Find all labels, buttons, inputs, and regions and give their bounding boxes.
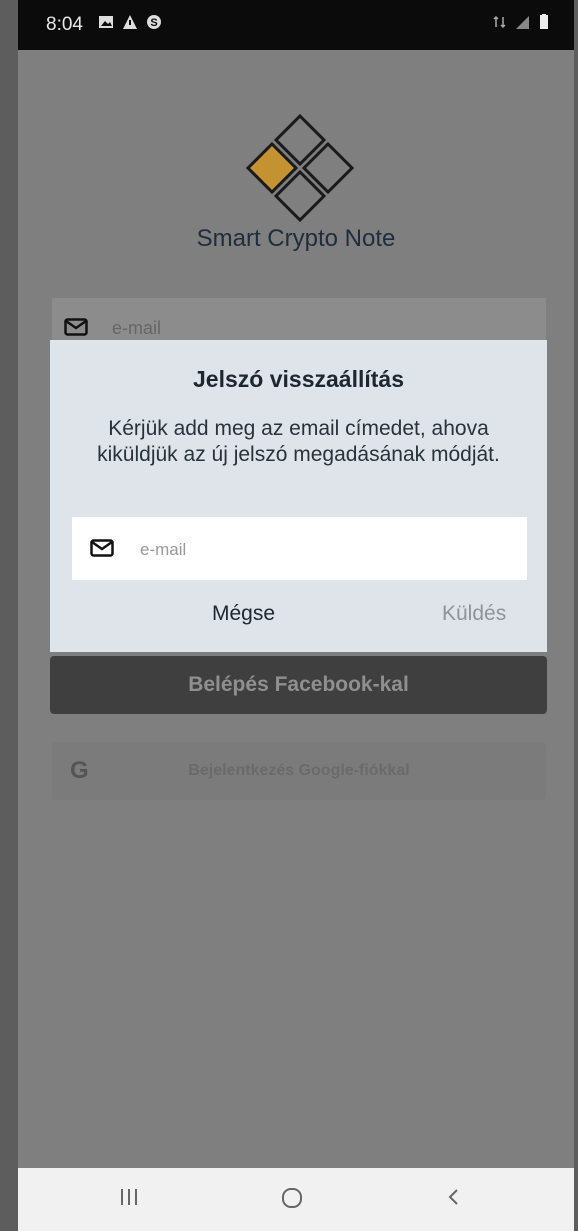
mail-icon	[64, 318, 88, 336]
dialog-title: Jelszó visszaállítás	[193, 366, 404, 392]
login-email-placeholder: e-mail	[112, 318, 162, 338]
image-icon	[99, 16, 113, 28]
status-icons-left: S	[98, 14, 162, 30]
cancel-button[interactable]: Mégse	[212, 602, 275, 626]
app-title: Smart Crypto Note	[196, 225, 396, 252]
home-icon[interactable]	[280, 1187, 304, 1209]
alert-icon	[123, 15, 137, 29]
app-logo	[245, 113, 355, 223]
dialog-email-input[interactable]	[138, 535, 512, 565]
google-login-label: Bejelentkezés Google-fiókkal	[188, 762, 410, 779]
navigation-bar	[18, 1168, 574, 1231]
back-icon[interactable]	[444, 1186, 464, 1208]
status-time: 8:04	[46, 14, 83, 35]
mail-icon	[90, 539, 114, 557]
password-reset-dialog: Jelszó visszaállítás Kérjük add meg az e…	[50, 340, 547, 652]
recent-apps-icon[interactable]	[118, 1186, 140, 1208]
status-bar: 8:04 S	[18, 0, 574, 50]
status-icons-right	[492, 14, 552, 30]
data-icon	[493, 15, 506, 29]
svg-text:S: S	[150, 17, 157, 29]
facebook-login-button[interactable]: Belépés Facebook-kal	[50, 656, 547, 714]
dialog-email-field[interactable]	[72, 517, 527, 580]
signal-icon	[516, 16, 529, 29]
google-login-button[interactable]: G Bejelentkezés Google-fiókkal	[52, 742, 546, 800]
s-icon: S	[147, 15, 161, 29]
send-button[interactable]: Küldés	[442, 602, 506, 626]
battery-icon	[540, 14, 548, 29]
dialog-message: Kérjük add meg az email címedet, ahova k…	[97, 417, 500, 466]
phone-screen: 8:04 S Smart Crypto Note e-mail Belépés …	[18, 0, 574, 1231]
